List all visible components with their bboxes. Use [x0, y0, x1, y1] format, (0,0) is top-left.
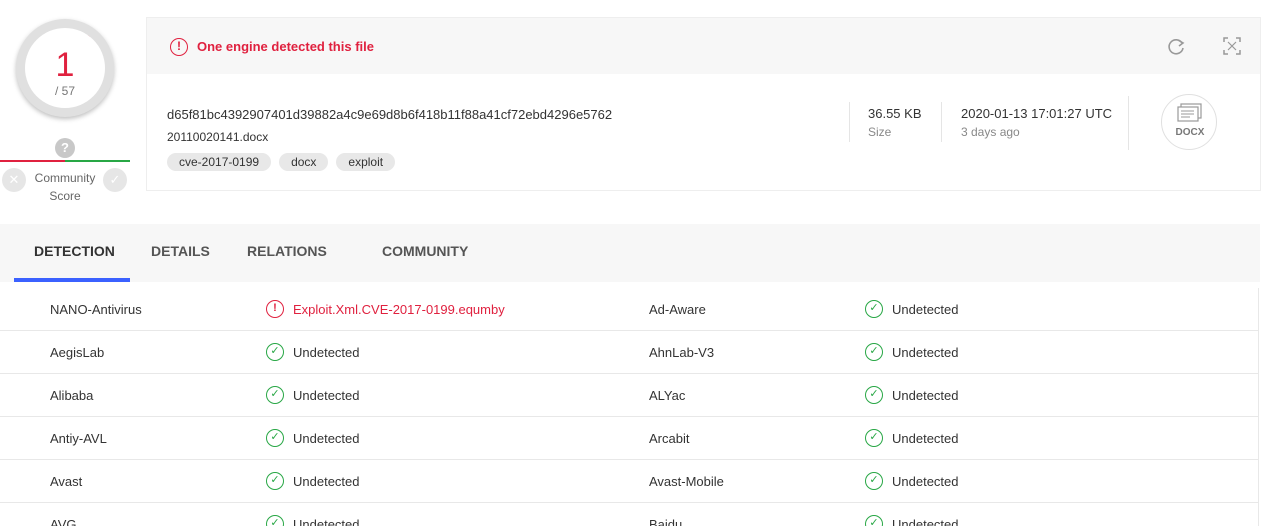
check-circle-icon: ✓	[266, 343, 284, 361]
community-score-label-line2: Score	[49, 189, 81, 203]
detection-result: Undetected	[892, 517, 959, 526]
detection-result: Undetected	[892, 388, 959, 403]
check-circle-icon: ✓	[266, 515, 284, 526]
engine-name: AVG	[50, 517, 77, 526]
divider	[1128, 96, 1129, 150]
community-score-bar-positive	[65, 160, 130, 162]
engine-total: / 57	[54, 84, 75, 98]
check-circle-icon: ✓	[865, 300, 883, 318]
alert-icon: !	[266, 300, 284, 318]
file-size-label: Size	[868, 125, 892, 139]
detection-result: Undetected	[892, 474, 959, 489]
file-name: 20110020141.docx	[167, 130, 269, 144]
reanalyze-icon[interactable]	[1165, 35, 1187, 57]
alert-text: One engine detected this file	[197, 39, 374, 54]
file-summary-card: ! One engine detected this file d65f81bc…	[146, 17, 1261, 191]
detection-score-ring: 1 / 57	[16, 19, 114, 117]
tab-relations[interactable]: RELATIONS	[247, 243, 327, 259]
engine-name: Avast-Mobile	[649, 474, 724, 489]
detection-result: Undetected	[293, 431, 360, 446]
engine-name: Arcabit	[649, 431, 690, 446]
tag-chip[interactable]: docx	[279, 153, 329, 171]
file-size-value: 36.55 KB	[868, 106, 922, 121]
detection-result: Undetected	[892, 302, 959, 317]
detection-result: Undetected	[293, 345, 360, 360]
scan-date-relative: 3 days ago	[961, 125, 1020, 139]
engine-name: Antiy-AVL	[50, 431, 107, 446]
detection-result: Undetected	[293, 388, 360, 403]
divider	[849, 102, 850, 142]
engine-name: Avast	[50, 474, 83, 489]
docx-file-icon: DOCX	[1161, 94, 1217, 150]
community-score-bar-negative	[0, 160, 65, 162]
check-circle-icon: ✓	[865, 515, 883, 526]
detection-result[interactable]: Exploit.Xml.CVE-2017-0199.equmby	[293, 302, 505, 317]
check-circle-icon: ✓	[865, 386, 883, 404]
engine-name: Baidu	[649, 517, 683, 526]
document-stack-icon	[1177, 103, 1202, 122]
check-circle-icon: ✓	[865, 429, 883, 447]
engine-name: ALYac	[649, 388, 686, 403]
vote-harmless-icon[interactable]: ✓	[103, 168, 127, 192]
table-row: AegisLab ✓ Undetected AhnLab-V3 ✓ Undetected	[0, 331, 1259, 374]
check-circle-icon: ✓	[266, 472, 284, 490]
table-row: Avast ✓ Undetected Avast-Mobile ✓ Undetected	[0, 460, 1259, 503]
scan-date-value: 2020-01-13 17:01:27 UTC	[961, 106, 1113, 121]
tab-bar: DETECTION DETAILS RELATIONS COMMUNITY	[0, 224, 1260, 282]
check-circle-icon: ✓	[865, 343, 883, 361]
community-score-label-line1: Community	[34, 171, 96, 185]
expand-icon[interactable]	[1223, 37, 1241, 55]
tab-detection[interactable]: DETECTION	[34, 243, 115, 259]
detection-result: Undetected	[293, 474, 360, 489]
engine-name: Ad-Aware	[649, 302, 706, 317]
file-hash[interactable]: d65f81bc4392907401d39882a4c9e69d8b6f418b…	[167, 107, 612, 122]
table-row: Antiy-AVL ✓ Undetected Arcabit ✓ Undetected	[0, 417, 1259, 460]
engine-name: AegisLab	[50, 345, 105, 360]
engine-name: NANO-Antivirus	[50, 302, 142, 317]
alert-icon: !	[170, 38, 188, 56]
check-circle-icon: ✓	[266, 429, 284, 447]
community-score-label: Community Score	[26, 169, 104, 205]
active-tab-indicator	[14, 278, 130, 282]
tab-details[interactable]: DETAILS	[151, 243, 210, 259]
detection-result: Undetected	[892, 431, 959, 446]
engine-name: Alibaba	[50, 388, 94, 403]
engine-name: AhnLab-V3	[649, 345, 715, 360]
community-score-question-icon[interactable]: ?	[55, 138, 75, 158]
file-type-badge: DOCX	[1175, 127, 1205, 138]
table-row: Alibaba ✓ Undetected ALYac ✓ Undetected	[0, 374, 1259, 417]
check-circle-icon: ✓	[865, 472, 883, 490]
tag-chip[interactable]: exploit	[336, 153, 396, 171]
tab-community[interactable]: COMMUNITY	[382, 243, 468, 259]
detection-result: Undetected	[293, 517, 360, 526]
table-row: AVG ✓ Undetected Baidu ✓ Undetected	[0, 503, 1259, 526]
detection-alert-bar: ! One engine detected this file	[147, 18, 1260, 74]
file-tags: cve-2017-0199 docx exploit	[167, 153, 396, 171]
detection-result: Undetected	[892, 345, 959, 360]
table-row: NANO-Antivirus! Exploit.Xml.CVE-2017-0199…	[0, 288, 1259, 331]
detection-count: 1	[55, 46, 75, 84]
check-circle-icon: ✓	[266, 386, 284, 404]
vote-malicious-icon[interactable]: ✕	[2, 168, 26, 192]
score-inner: 1 / 57	[25, 28, 105, 108]
divider	[941, 102, 942, 142]
tag-chip[interactable]: cve-2017-0199	[167, 153, 272, 171]
